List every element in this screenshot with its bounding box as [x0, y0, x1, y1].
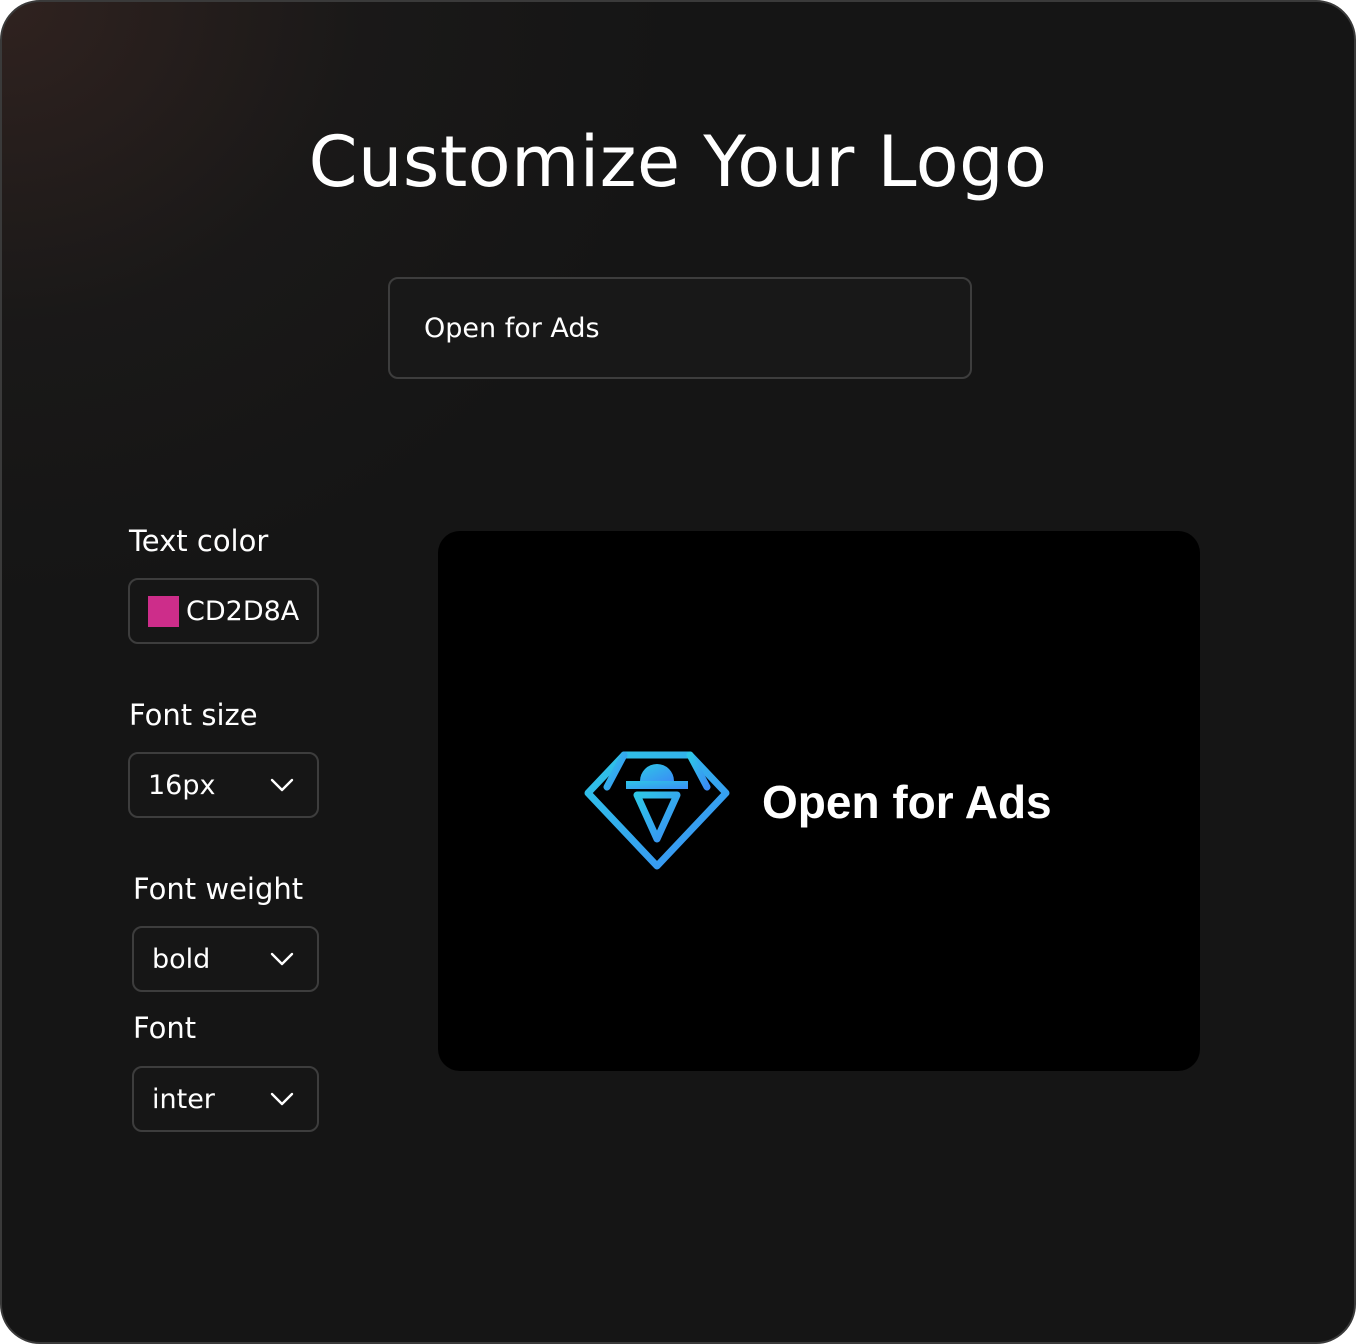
text-color-value: CD2D8A — [186, 595, 300, 627]
font-select[interactable]: inter — [132, 1066, 319, 1132]
customizer-window: Customize Your Logo Text color CD2D8A Fo… — [0, 0, 1356, 1344]
preview-logo-text: Open for Ads — [762, 776, 1052, 828]
diamond-icon — [584, 751, 730, 870]
chevron-down-icon — [270, 1092, 294, 1106]
font-label: Font — [133, 1011, 197, 1045]
text-color-label: Text color — [129, 524, 269, 558]
font-size-value: 16px — [148, 769, 216, 801]
chevron-down-icon — [270, 778, 294, 792]
font-weight-select[interactable]: bold — [132, 926, 319, 992]
font-size-label: Font size — [129, 698, 258, 732]
chevron-down-icon — [270, 952, 294, 966]
page-title: Customize Your Logo — [308, 121, 1048, 203]
logo-text-input[interactable] — [388, 277, 972, 379]
font-weight-value: bold — [152, 943, 211, 975]
logo-preview: Open for Ads — [438, 531, 1200, 1071]
text-color-picker[interactable]: CD2D8A — [128, 578, 319, 644]
font-weight-label: Font weight — [133, 872, 304, 906]
color-swatch[interactable] — [148, 595, 179, 627]
font-value: inter — [152, 1083, 215, 1115]
font-size-select[interactable]: 16px — [128, 752, 319, 818]
